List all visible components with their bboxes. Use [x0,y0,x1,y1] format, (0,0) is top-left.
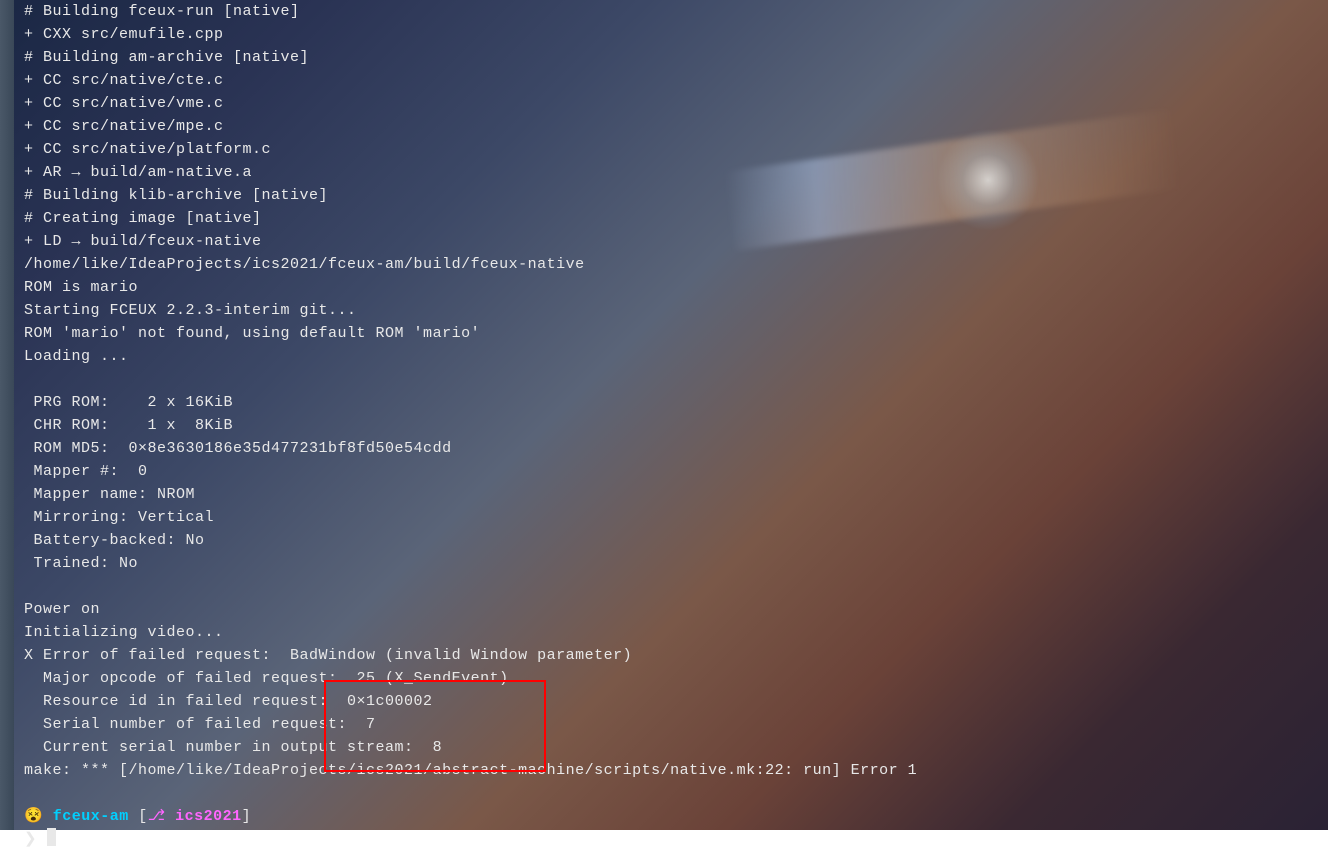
terminal-line: Trained: No [24,552,1328,575]
terminal-line: # Building am-archive [native] [24,46,1328,69]
terminal-line: ROM 'mario' not found, using default ROM… [24,322,1328,345]
terminal-line: + AR → build/am-native.a [24,161,1328,184]
terminal-lines: # Building fceux-run [native]+ CXX src/e… [24,0,1328,805]
prompt-bracket-right: ] [242,808,252,825]
terminal-line: + CC src/native/platform.c [24,138,1328,161]
terminal-line: + CC src/native/cte.c [24,69,1328,92]
prompt-status-icon: 😵 [24,808,43,825]
terminal-line: PRG ROM: 2 x 16KiB [24,391,1328,414]
terminal-line: Starting FCEUX 2.2.3-interim git... [24,299,1328,322]
terminal-line: Mapper name: NROM [24,483,1328,506]
terminal-line: + CXX src/emufile.cpp [24,23,1328,46]
terminal-line: + CC src/native/vme.c [24,92,1328,115]
shell-prompt: 😵 fceux-am [⎇ ics2021] [24,805,1328,828]
terminal-line: Battery-backed: No [24,529,1328,552]
terminal-line: Power on [24,598,1328,621]
terminal-line: ROM is mario [24,276,1328,299]
terminal-line: Resource id in failed request: 0×1c00002 [24,690,1328,713]
git-branch-icon: ⎇ [148,808,166,825]
terminal-line: make: *** [/home/like/IdeaProjects/ics20… [24,759,1328,782]
prompt-bracket-left: [ [138,808,148,825]
terminal-line: # Building klib-archive [native] [24,184,1328,207]
terminal-line: Major opcode of failed request: 25 (X_Se… [24,667,1328,690]
prompt-arrow: ❯ [24,831,47,848]
terminal-line: CHR ROM: 1 x 8KiB [24,414,1328,437]
terminal-line: X Error of failed request: BadWindow (in… [24,644,1328,667]
terminal-line [24,575,1328,598]
terminal-line: Serial number of failed request: 7 [24,713,1328,736]
command-input-line[interactable]: ❯ [24,828,1328,851]
git-branch-name: ics2021 [175,808,242,825]
terminal-line: Initializing video... [24,621,1328,644]
terminal-line: /home/like/IdeaProjects/ics2021/fceux-am… [24,253,1328,276]
terminal-cursor [47,828,56,846]
terminal-line: + CC src/native/mpe.c [24,115,1328,138]
terminal-line [24,782,1328,805]
terminal-line: ROM MD5: 0×8e3630186e35d477231bf8fd50e54… [24,437,1328,460]
terminal-line: Loading ... [24,345,1328,368]
terminal-line: + LD → build/fceux-native [24,230,1328,253]
terminal-line: Mapper #: 0 [24,460,1328,483]
terminal-line: # Creating image [native] [24,207,1328,230]
terminal-line: Mirroring: Vertical [24,506,1328,529]
terminal-output[interactable]: # Building fceux-run [native]+ CXX src/e… [0,0,1328,851]
terminal-line [24,368,1328,391]
prompt-cwd: fceux-am [53,808,129,825]
terminal-line: Current serial number in output stream: … [24,736,1328,759]
terminal-line: # Building fceux-run [native] [24,0,1328,23]
